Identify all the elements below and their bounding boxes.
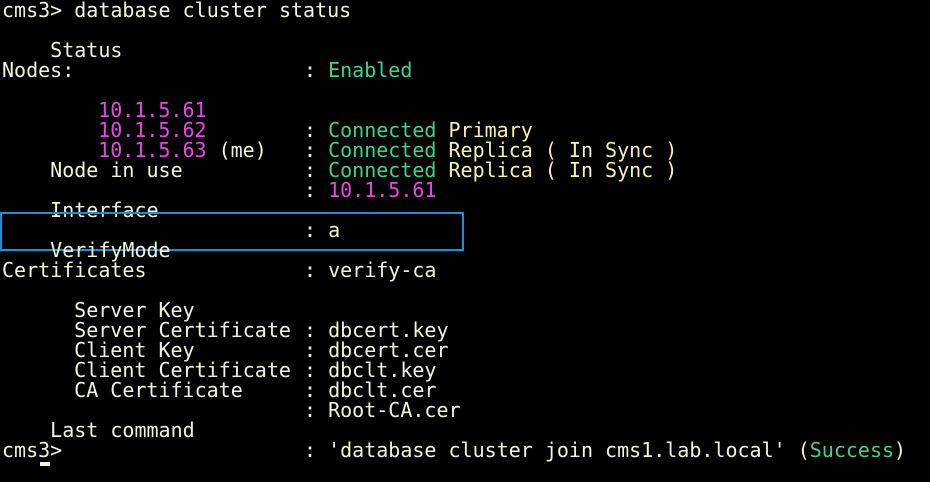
- terminal-window[interactable]: cms3> database cluster status Status : E…: [0, 0, 930, 466]
- certificate-row: CA Certificate : Root-CA.cer: [2, 360, 460, 420]
- node-in-use-row: Node in use : 10.1.5.61: [50, 158, 437, 202]
- status-value: Enabled: [328, 58, 413, 82]
- status-row: Status : Enabled: [2, 20, 412, 80]
- last-command-label: Last command: [50, 418, 195, 442]
- last-command-result: Success: [809, 438, 895, 462]
- node-me-tag: (me): [206, 138, 267, 162]
- nodes-header: Nodes:: [2, 58, 75, 82]
- node-in-use-value: 10.1.5.61: [328, 178, 437, 202]
- node-role: Replica ( In Sync ): [448, 158, 678, 182]
- certificate-value: Root-CA.cer: [328, 398, 461, 422]
- last-command-row: Last command : 'database cluster join cm…: [50, 418, 907, 462]
- command-line: cms3> database cluster status: [2, 0, 352, 22]
- certificate-row: Client Certificate : dbclt.cer: [2, 340, 436, 400]
- certificate-row: Server Certificate : dbcert.cer: [2, 300, 448, 360]
- verify-mode-row: VerifyMode : verify-ca: [50, 238, 437, 282]
- certificate-row: Client Key : dbclt.key: [2, 320, 436, 380]
- node-in-use-label: Node in use: [50, 158, 183, 182]
- separator: :: [304, 58, 329, 82]
- text-cursor: [40, 462, 50, 466]
- node-row: 10.1.5.63 (me) : Connected Replica ( In …: [2, 120, 677, 180]
- node-row: 10.1.5.62 : Connected Replica ( In Sync …: [2, 100, 677, 160]
- interface-row: Interface : a: [50, 198, 341, 242]
- certificate-label: CA Certificate: [74, 378, 243, 402]
- certificate-row: Server Key : dbcert.key: [2, 280, 448, 340]
- last-command-value: 'database cluster join cms1.lab.local' (: [328, 438, 810, 462]
- shell-prompt[interactable]: cms3>: [2, 440, 62, 460]
- certificates-header: Certificates: [2, 258, 147, 282]
- verify-mode-value: verify-ca: [328, 258, 437, 282]
- node-row: 10.1.5.61 : Connected Primary: [2, 80, 533, 140]
